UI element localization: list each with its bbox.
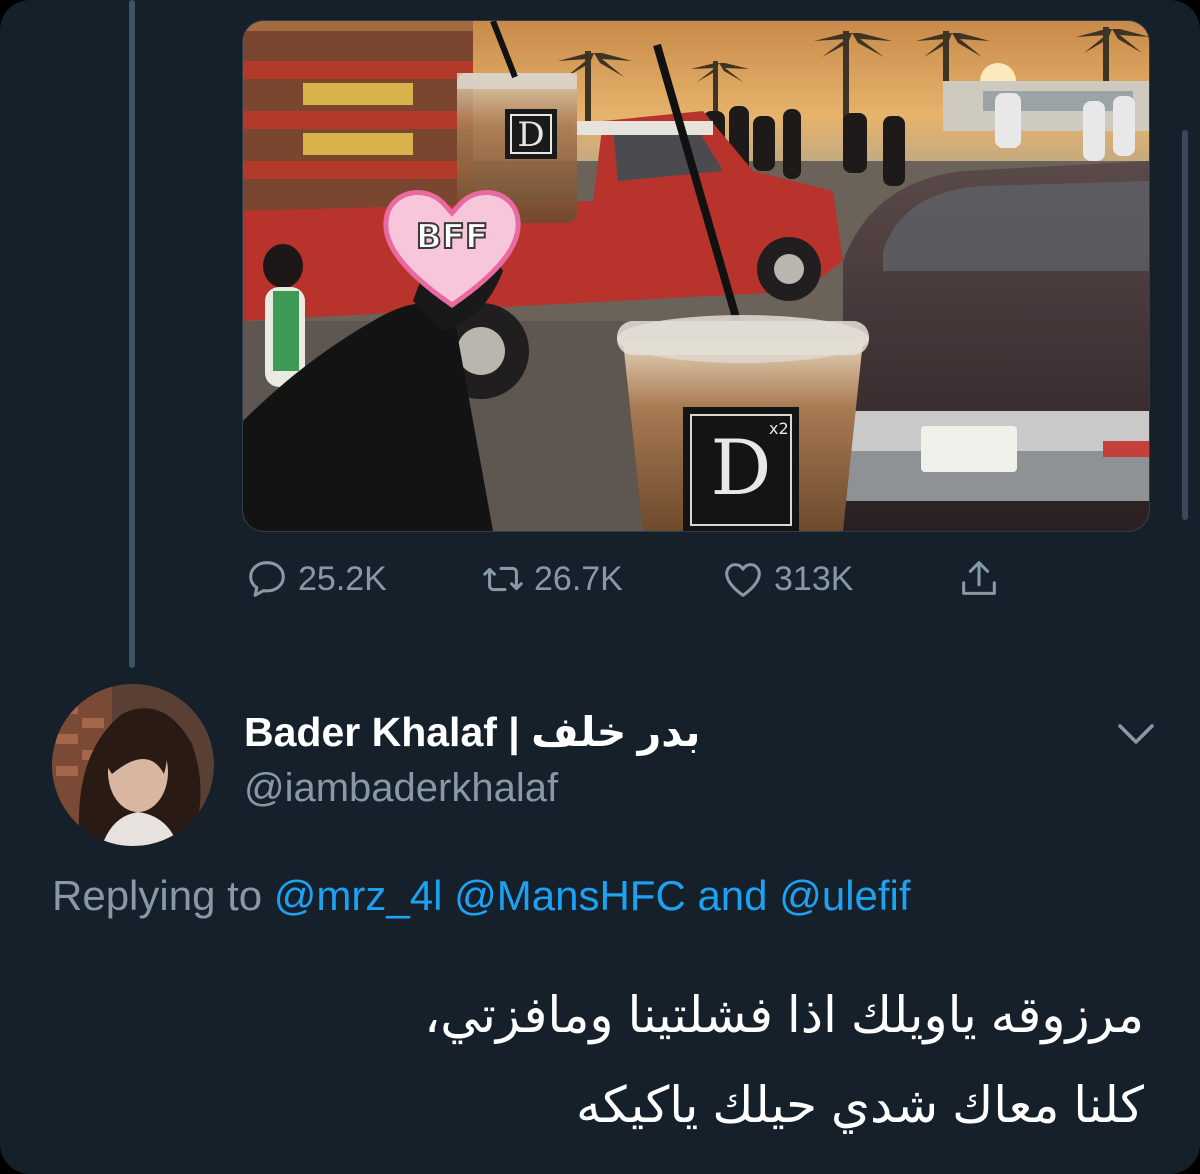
bff-sticker-text: BFF [415,216,489,258]
mention-and-label[interactable]: and [697,872,767,919]
avatar[interactable] [52,684,214,846]
share-icon [962,561,996,595]
scrollbar[interactable] [1182,130,1188,520]
mention-link-mrz[interactable]: @mrz_4l [274,872,443,919]
tweet-body: مرزوقه ياويلك اذا فشلتينا ومافزتي، كلنا … [64,970,1144,1150]
speech-bubble-icon [249,561,285,597]
bff-heart-sticker: BFF [377,181,527,311]
replying-label: Replying to [52,872,263,919]
tweet-text-line-2: كلنا معاك شدي حيلك ياكيكه [575,1077,1144,1133]
back-cup-logo: D [517,115,545,155]
reply-count: 25.2K [298,559,387,598]
chevron-down-icon[interactable] [1112,714,1160,754]
retweet-button[interactable]: 26.7K [480,556,623,602]
mention-link-ulefif[interactable]: @ulefif [779,872,910,919]
front-cup-logo-small: x2 [769,419,789,438]
retweet-icon [483,566,523,592]
tweet-thread-screen: BFF D D x2 25.2K 26.7K 313K Bader Khalaf… [0,0,1200,1174]
reply-button[interactable]: 25.2K [244,556,387,602]
user-avatar-photo [52,684,214,846]
like-button[interactable]: 313K [720,556,853,602]
replying-to-line: Replying to @mrz_4l @MansHFC and @ulefif [52,872,911,920]
share-button[interactable] [956,556,1010,602]
retweet-count: 26.7K [534,559,623,598]
like-count: 313K [774,559,854,598]
user-handle[interactable]: @iambaderkhalaf [244,766,558,811]
heart-icon [725,563,761,597]
mention-link-manshfc[interactable]: @MansHFC [454,872,686,919]
display-name[interactable]: Bader Khalaf | بدر خلف [244,708,700,756]
thread-connector-line [129,0,135,668]
tweet-photo[interactable]: BFF D D x2 [242,20,1150,532]
tweet-text-line-1: مرزوقه ياويلك اذا فشلتينا ومافزتي، [424,987,1144,1043]
